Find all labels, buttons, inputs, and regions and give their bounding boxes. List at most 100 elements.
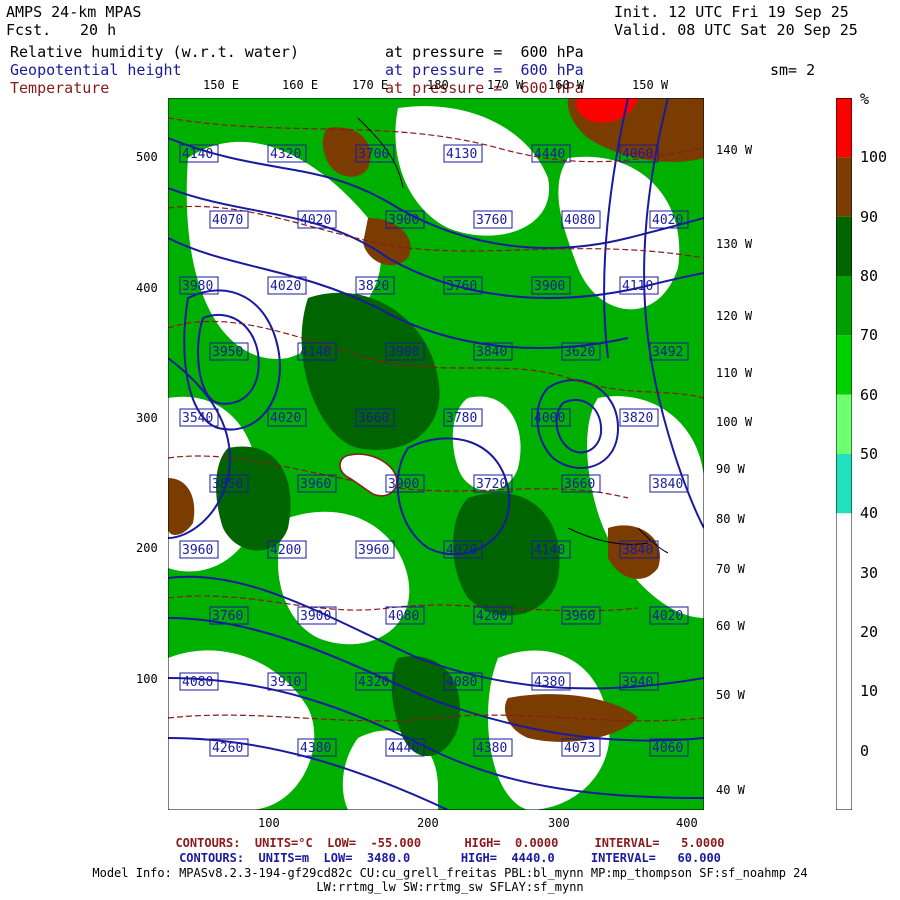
contour-label: 3950 <box>209 342 249 361</box>
colorbar-label: 40 <box>860 504 879 523</box>
right-lon-label: 140 W <box>716 143 753 157</box>
contour-label: 3980 <box>179 276 219 295</box>
svg-text:3540: 3540 <box>182 411 213 426</box>
contour-label: 3960 <box>355 540 395 559</box>
contour-label: 4080 <box>443 672 483 691</box>
contour-label: 4200 <box>473 606 513 625</box>
right-lon-label: 60 W <box>716 619 745 633</box>
top-lon-label: 160 W <box>548 78 585 92</box>
svg-text:3950: 3950 <box>212 345 243 360</box>
right-lon-label: 70 W <box>716 562 745 576</box>
x-tick-label: 400 <box>676 816 698 830</box>
valid-time: Valid. 08 UTC Sat 20 Sep 25 <box>614 21 858 39</box>
contour-label: 3900 <box>385 474 425 493</box>
contour-label: 3760 <box>473 210 513 229</box>
svg-text:4200: 4200 <box>270 543 301 558</box>
svg-text:4020: 4020 <box>270 411 301 426</box>
svg-text:4320: 4320 <box>270 147 301 162</box>
contour-label: 3900 <box>297 606 337 625</box>
colorbar-band <box>836 750 852 810</box>
contour-label: 3760 <box>209 606 249 625</box>
svg-text:3700: 3700 <box>358 147 389 162</box>
contour-label: 3960 <box>561 606 601 625</box>
colorbar-band <box>836 335 852 395</box>
contour-label: 3820 <box>619 408 659 427</box>
colorbar-label: 30 <box>860 563 879 582</box>
contour-label: 4020 <box>297 210 337 229</box>
contour-label: 4060 <box>619 144 659 163</box>
contour-label: 4110 <box>619 276 659 295</box>
contour-label: 4380 <box>297 738 337 757</box>
svg-text:3900: 3900 <box>388 345 419 360</box>
colorbar-band <box>836 157 852 217</box>
svg-text:3760: 3760 <box>476 213 507 228</box>
svg-text:3910: 3910 <box>270 675 301 690</box>
contour-label: 4020 <box>649 210 689 229</box>
svg-text:3900: 3900 <box>388 213 419 228</box>
colorbar-band <box>836 98 852 158</box>
contour-label: 4080 <box>561 210 601 229</box>
top-lon-label: 150 W <box>632 78 669 92</box>
top-lon-label: 150 E <box>203 78 240 92</box>
contour-label: 4320 <box>267 144 307 163</box>
svg-text:4020: 4020 <box>446 543 477 558</box>
contour-label: 4380 <box>473 738 513 757</box>
top-lon-label: 160 E <box>282 78 319 92</box>
colorbar-label: 70 <box>860 326 879 345</box>
right-lon-label: 50 W <box>716 688 745 702</box>
field-rh-level: at pressure = 600 hPa <box>385 43 584 61</box>
svg-text:4073: 4073 <box>564 741 595 756</box>
contour-label: 3940 <box>619 672 659 691</box>
svg-text:3620: 3620 <box>564 345 595 360</box>
contour-label: 3760 <box>443 276 483 295</box>
svg-text:3960: 3960 <box>564 609 595 624</box>
contour-label: 3900 <box>385 210 425 229</box>
colorbar-unit: % <box>860 90 870 108</box>
svg-text:4080: 4080 <box>446 675 477 690</box>
svg-text:3960: 3960 <box>358 543 389 558</box>
rh-map: 4140 4320 3700 4130 4440 4060 4070 4020 3900 3760… <box>168 98 704 810</box>
contour-label: 3910 <box>267 672 307 691</box>
colorbar-band <box>836 691 852 751</box>
contour-label: 3540 <box>179 408 219 427</box>
svg-text:4070: 4070 <box>212 213 243 228</box>
svg-text:3960: 3960 <box>300 477 331 492</box>
x-tick-label: 200 <box>417 816 439 830</box>
fcst-label: Fcst. <box>6 21 52 39</box>
svg-text:3840: 3840 <box>476 345 507 360</box>
contour-label: 4440 <box>531 144 571 163</box>
top-lon-label: 170 E <box>352 78 389 92</box>
colorbar-band <box>836 632 852 692</box>
colorbar-band <box>836 394 852 454</box>
svg-text:3900: 3900 <box>534 279 565 294</box>
contour-label: 3780 <box>443 408 483 427</box>
svg-text:3840: 3840 <box>652 477 683 492</box>
model-info-2: LW:rrtmg_lw SW:rrtmg_sw SFLAY:sf_mynn <box>316 880 584 894</box>
y-tick-label: 100 <box>136 672 158 686</box>
contour-label: 4080 <box>179 672 219 691</box>
colorbar-label: 90 <box>860 207 879 226</box>
svg-text:4380: 4380 <box>534 675 565 690</box>
contour-label: 4440 <box>385 738 425 757</box>
svg-text:3850: 3850 <box>212 477 243 492</box>
svg-text:4080: 4080 <box>388 609 419 624</box>
svg-text:4130: 4130 <box>446 147 477 162</box>
y-tick-label: 400 <box>136 281 158 295</box>
top-lon-label: 180 <box>427 78 449 92</box>
svg-text:4080: 4080 <box>182 675 213 690</box>
contour-label: 4073 <box>561 738 601 757</box>
contour-label: 3960 <box>179 540 219 559</box>
colorbar-band <box>836 276 852 336</box>
svg-text:4020: 4020 <box>270 279 301 294</box>
right-lon-label: 120 W <box>716 309 753 323</box>
x-tick-label: 100 <box>258 816 280 830</box>
svg-text:3780: 3780 <box>446 411 477 426</box>
svg-text:4020: 4020 <box>300 213 331 228</box>
svg-text:3660: 3660 <box>358 411 389 426</box>
contour-label: 3660 <box>561 474 601 493</box>
colorbar <box>836 98 852 810</box>
svg-text:3940: 3940 <box>622 675 653 690</box>
svg-text:4060: 4060 <box>622 147 653 162</box>
contour-label: 3720 <box>473 474 513 493</box>
colorbar-band <box>836 572 852 632</box>
